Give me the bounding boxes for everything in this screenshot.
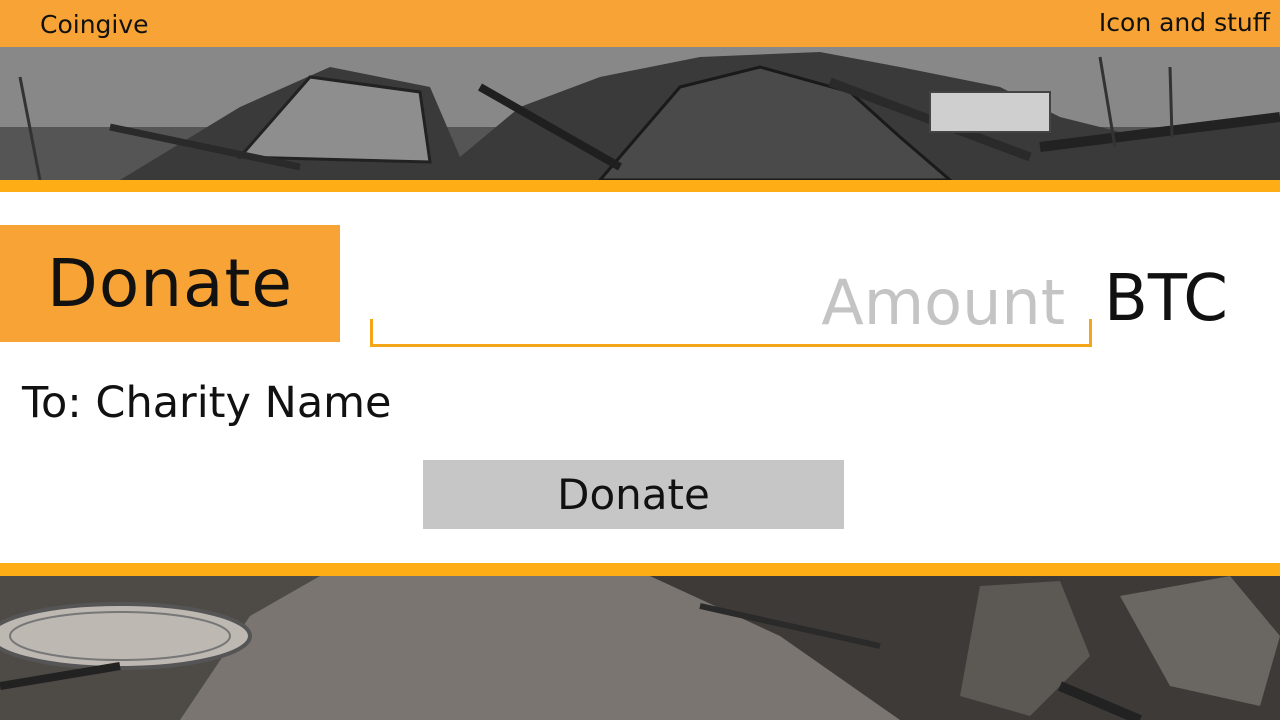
donation-panel: Donate BTC To: Charity Name Donate bbox=[0, 192, 1280, 563]
brand-name[interactable]: Coingive bbox=[40, 10, 149, 39]
recipient-label: To: Charity Name bbox=[22, 378, 392, 428]
currency-label: BTC bbox=[1104, 262, 1228, 336]
header-right-text[interactable]: Icon and stuff bbox=[1099, 8, 1270, 37]
field-mask-right bbox=[1089, 251, 1093, 319]
accent-stripe-top bbox=[0, 180, 1280, 192]
donate-title: Donate bbox=[47, 245, 293, 322]
accent-stripe-bottom bbox=[0, 563, 1280, 576]
amount-input[interactable] bbox=[373, 252, 1089, 344]
amount-field[interactable] bbox=[369, 251, 1093, 347]
top-bar: Coingive Icon and stuff bbox=[0, 0, 1280, 47]
banner-image-top bbox=[0, 47, 1280, 180]
debris-image-top bbox=[0, 47, 1280, 180]
donate-title-box: Donate bbox=[0, 225, 340, 342]
debris-image-bottom bbox=[0, 576, 1280, 720]
donate-button[interactable]: Donate bbox=[423, 460, 844, 529]
banner-image-bottom bbox=[0, 576, 1280, 720]
